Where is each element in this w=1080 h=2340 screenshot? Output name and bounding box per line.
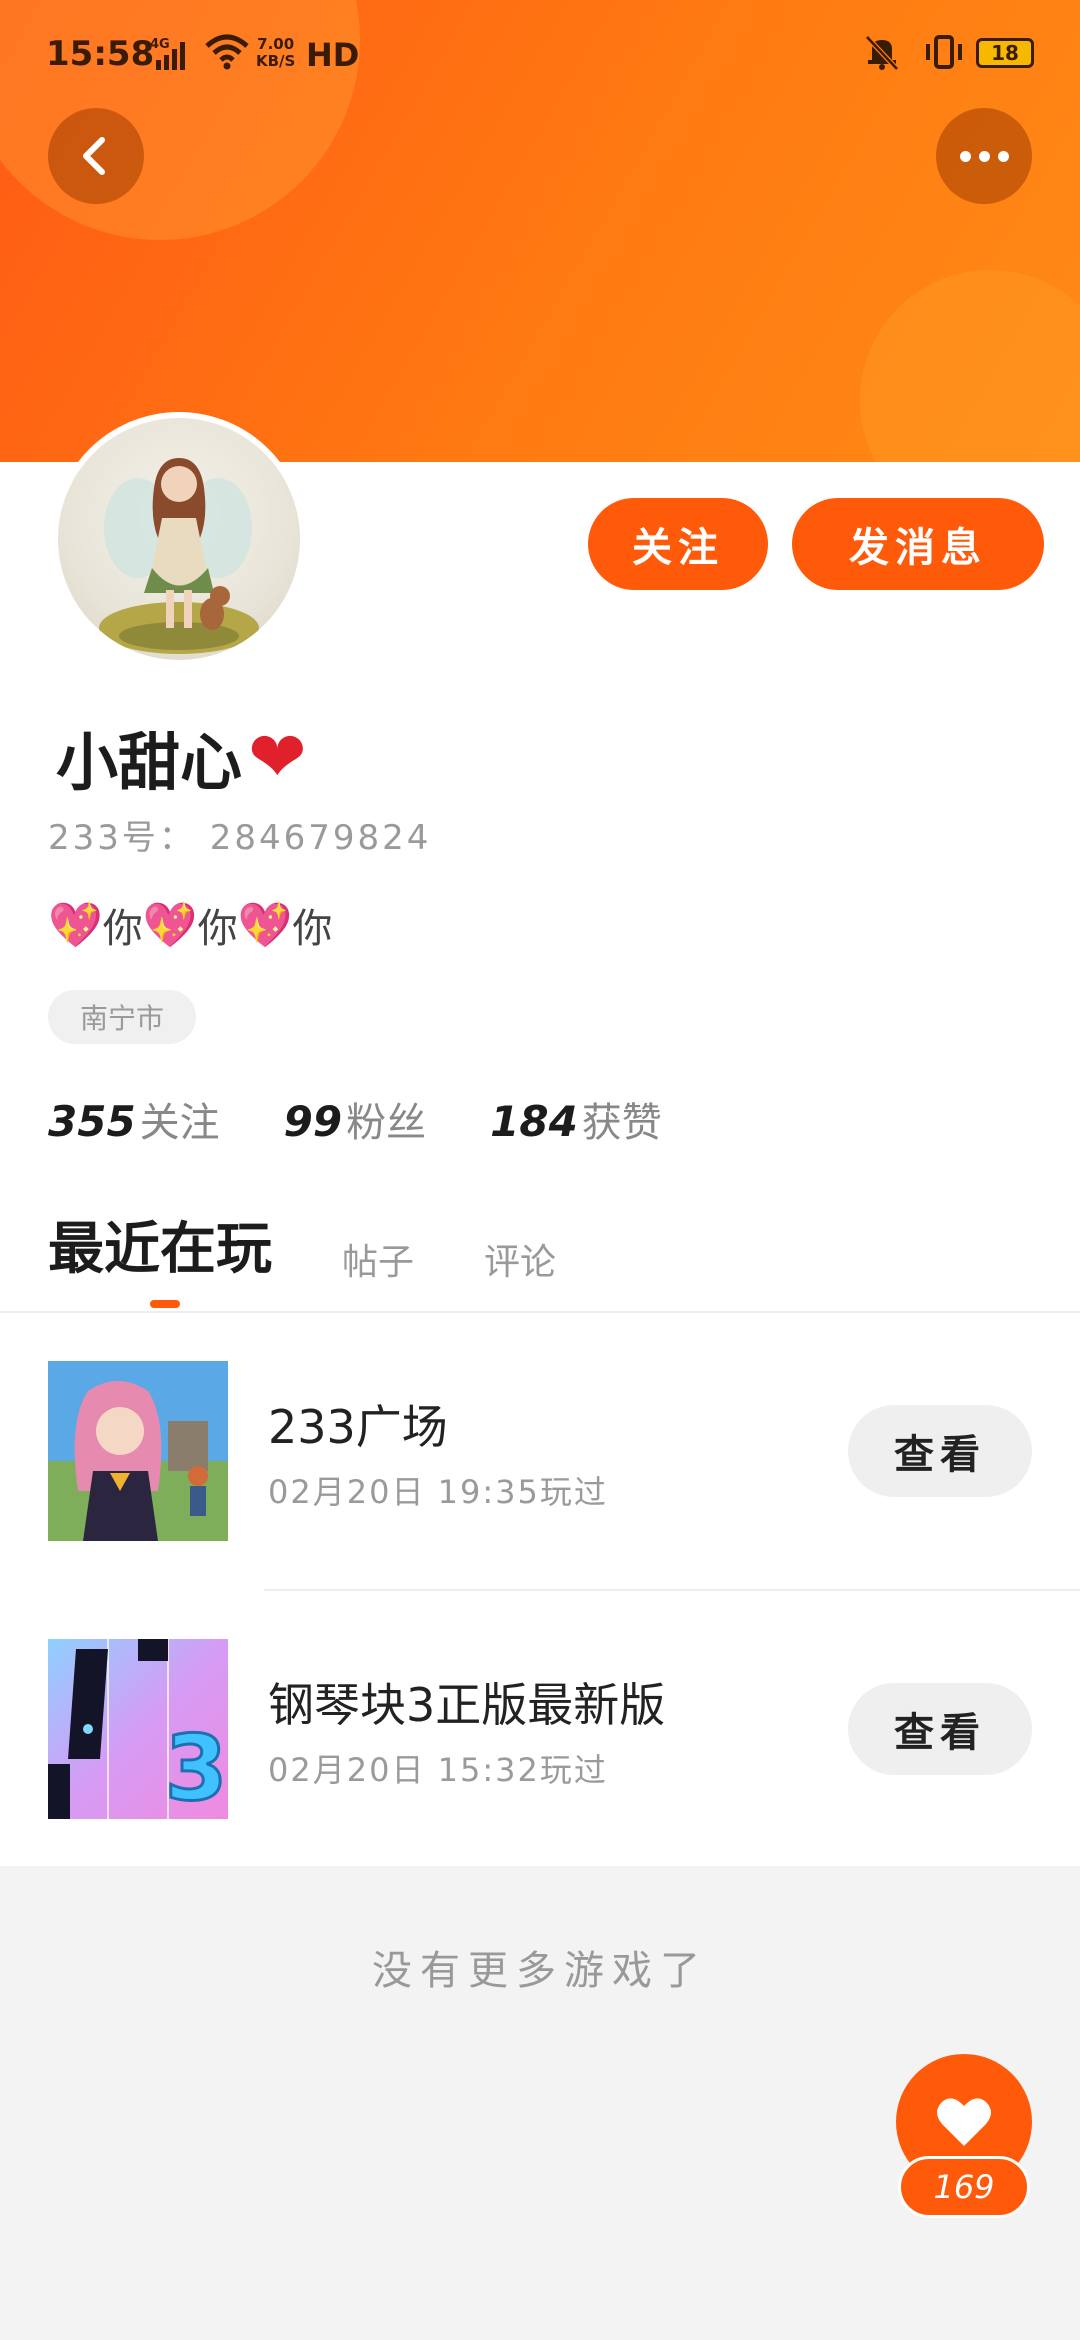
user-id[interactable]: 233号： 284679824	[48, 810, 431, 859]
stat-likes[interactable]: 184 获赞	[490, 1090, 662, 1148]
tab-recently-played[interactable]: 最近在玩	[48, 1204, 272, 1285]
game-played-time: 02月20日 15:32玩过	[268, 1751, 608, 1789]
stat-label: 获赞	[581, 1100, 662, 1146]
battery-icon: 18	[976, 38, 1034, 68]
game-title: 钢琴块3正版最新版	[268, 1678, 666, 1732]
bio-text: 你	[102, 906, 143, 952]
stat-value: 184	[490, 1097, 578, 1146]
list-item[interactable]: 233广场 02月20日 19:35玩过 查看	[0, 1361, 1080, 1541]
game-title: 233广场	[268, 1400, 448, 1454]
stat-value: 99	[283, 1097, 343, 1146]
nickname-text: 小甜心	[56, 726, 243, 799]
red-heart-icon: ❤	[248, 716, 307, 798]
stat-fans[interactable]: 99 粉丝	[284, 1090, 426, 1148]
tab-posts[interactable]: 帖子	[342, 1233, 414, 1285]
chevron-left-icon	[83, 137, 105, 175]
stat-following[interactable]: 355 关注	[48, 1090, 220, 1148]
send-message-button[interactable]: 发消息	[792, 498, 1044, 590]
hd-indicator: HD	[306, 36, 360, 74]
stat-label: 关注	[139, 1100, 220, 1146]
stats-row: 355 关注 99 粉丝 184 获赞	[48, 1090, 662, 1148]
like-count: 169	[898, 2156, 1030, 2218]
divider	[264, 1589, 1080, 1591]
bio-text: 你	[292, 906, 333, 952]
status-time: 15:58	[46, 34, 155, 74]
more-button[interactable]	[936, 108, 1032, 204]
mute-bell-icon	[862, 32, 902, 81]
tab-bar: 最近在玩 帖子 评论	[48, 1204, 626, 1285]
location-tag: 南宁市	[48, 990, 197, 1044]
list-item[interactable]: 3 钢琴块3正版最新版 02月20日 15:32玩过 查看	[0, 1639, 1080, 1819]
avatar-image	[58, 418, 300, 660]
tab-comments[interactable]: 评论	[484, 1233, 556, 1285]
network-speed: 7.00 KB/S	[256, 35, 296, 70]
stat-value: 355	[48, 1097, 136, 1146]
divider	[0, 1311, 1080, 1313]
vibrate-icon	[922, 32, 966, 81]
follow-button[interactable]: 关注	[588, 498, 768, 590]
heart-icon	[937, 2098, 991, 2146]
bio: 💖 你 💖 你 💖 你	[48, 896, 332, 954]
sparkle-heart-icon: 💖	[237, 900, 293, 951]
more-horizontal-icon	[959, 150, 1009, 162]
game-thumbnail: 3	[48, 1639, 228, 1819]
back-button[interactable]	[48, 108, 144, 204]
active-tab-indicator	[150, 1300, 180, 1308]
game-thumbnail	[48, 1361, 228, 1541]
game-played-time: 02月20日 19:35玩过	[268, 1473, 608, 1511]
sparkle-heart-icon: 💖	[142, 900, 198, 951]
bio-text: 你	[197, 906, 238, 952]
view-button[interactable]: 查看	[848, 1683, 1032, 1775]
stat-label: 粉丝	[346, 1100, 427, 1146]
avatar[interactable]	[52, 412, 306, 666]
sparkle-heart-icon: 💖	[48, 900, 103, 951]
view-button[interactable]: 查看	[848, 1405, 1032, 1497]
cellular-signal-icon: 4G	[150, 36, 198, 81]
svg-text:4G: 4G	[150, 37, 170, 52]
nickname: 小甜心 ❤	[56, 712, 307, 802]
wifi-icon	[205, 34, 249, 79]
no-more-games-text: 没有更多游戏了	[372, 1948, 708, 1994]
svg-text:3: 3	[165, 1716, 228, 1819]
status-bar: 15:58 4G 7.00 KB/S HD 18	[0, 0, 1080, 110]
